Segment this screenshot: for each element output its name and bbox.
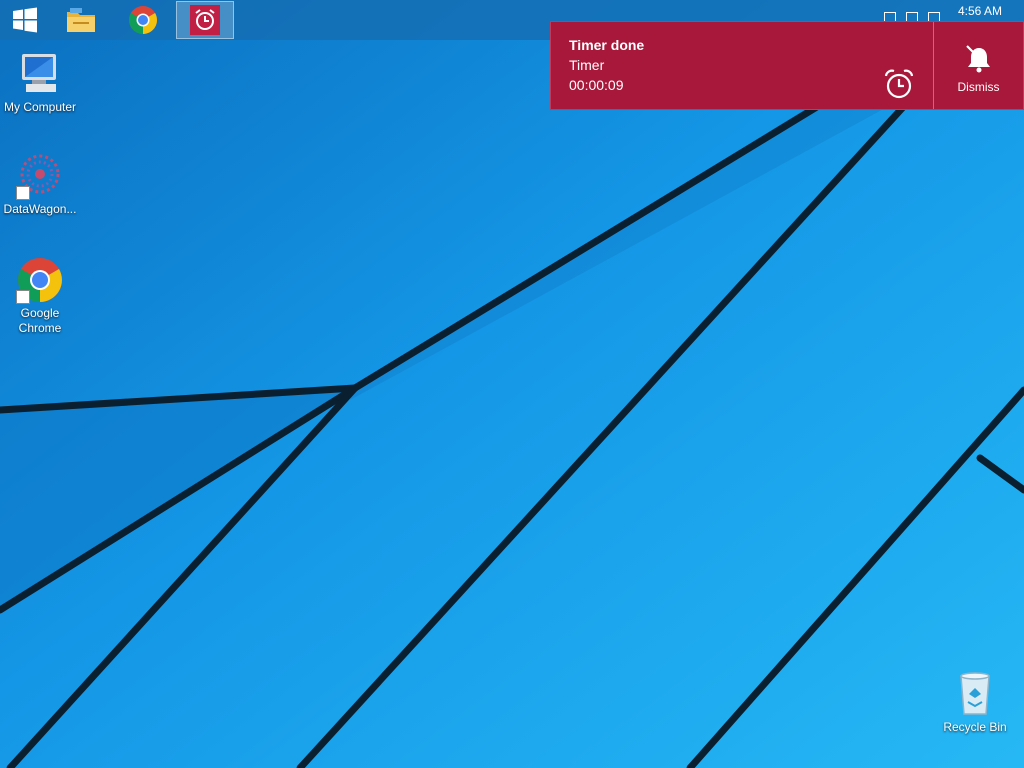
shortcut-arrow-icon <box>16 186 30 200</box>
desktop-icon-google-chrome[interactable]: Google Chrome <box>0 256 80 336</box>
desktop-icon-datawagon[interactable]: DataWagon... <box>0 152 80 217</box>
start-button[interactable] <box>0 0 50 40</box>
bell-off-icon <box>966 45 990 73</box>
dismiss-label: Dismiss <box>957 80 1000 94</box>
desktop-icon-label: Google Chrome <box>18 306 62 335</box>
desktop: 4:56 AM My Computer DataWagon... Google … <box>0 0 1024 768</box>
notification-subtitle: Timer <box>569 57 605 73</box>
desktop-icon-recycle-bin[interactable]: Recycle Bin <box>935 670 1015 735</box>
notification-body[interactable]: Timer done Timer 00:00:09 <box>551 22 933 109</box>
taskbar-alarms-clock[interactable] <box>176 1 234 39</box>
desktop-icon-label: DataWagon... <box>3 202 77 216</box>
notification-time: 00:00:09 <box>569 77 624 93</box>
desktop-icon-label: Recycle Bin <box>943 720 1007 734</box>
folder-icon <box>67 8 95 32</box>
alarm-clock-icon <box>884 69 914 99</box>
windows-logo-icon <box>13 7 37 33</box>
clock[interactable]: 4:56 AM <box>958 4 1002 18</box>
alarm-clock-icon <box>190 5 220 35</box>
recycle-bin-icon <box>960 672 990 715</box>
dismiss-button[interactable]: Dismiss <box>934 22 1023 109</box>
timer-notification-toast[interactable]: Timer done Timer 00:00:09 Dismiss <box>550 21 1024 110</box>
taskbar-chrome[interactable] <box>118 0 168 40</box>
notification-title: Timer done <box>569 37 645 53</box>
wallpaper <box>0 0 1024 768</box>
taskbar-file-explorer[interactable] <box>56 0 106 40</box>
chrome-icon <box>129 6 157 34</box>
desktop-icon-my-computer[interactable]: My Computer <box>0 50 80 115</box>
shortcut-arrow-icon <box>16 290 30 304</box>
desktop-icon-label: My Computer <box>3 100 77 114</box>
computer-icon <box>22 54 56 92</box>
